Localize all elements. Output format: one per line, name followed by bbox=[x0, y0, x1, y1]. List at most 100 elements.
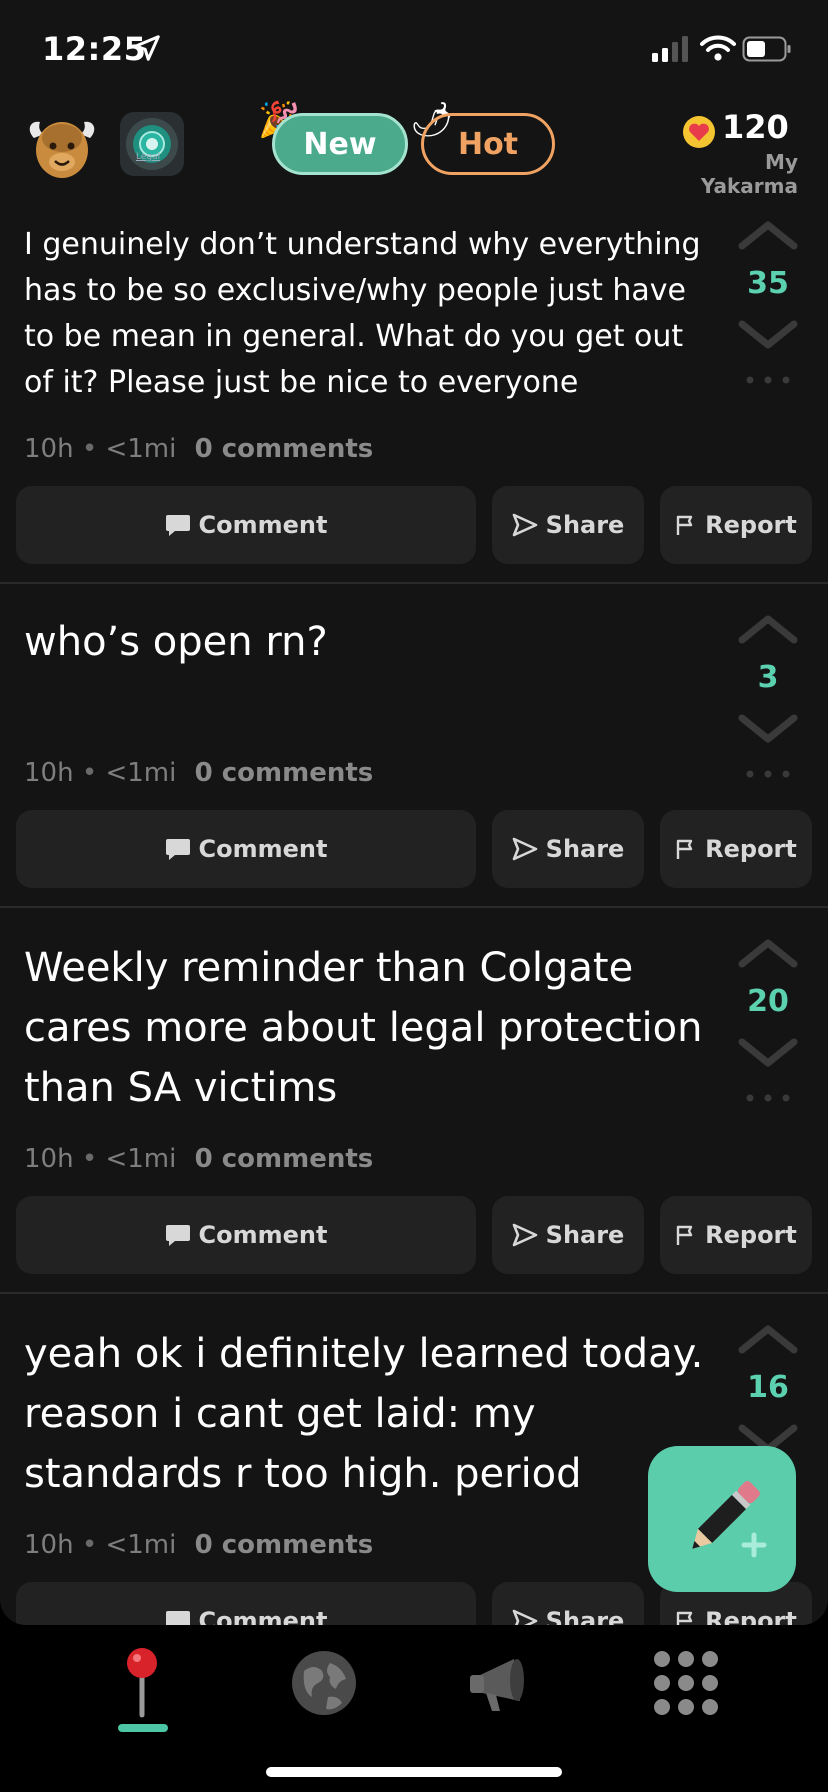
report-button[interactable]: Report bbox=[660, 810, 812, 888]
flag-icon bbox=[676, 839, 693, 859]
post-meta: 10h • <1mi 0 comments bbox=[24, 758, 373, 788]
pin-icon[interactable] bbox=[102, 1643, 182, 1723]
downvote-icon[interactable] bbox=[738, 1038, 798, 1068]
comment-button[interactable]: Comment bbox=[16, 1582, 476, 1625]
share-arrow-icon bbox=[512, 1223, 537, 1247]
feed-screen: 12:25 Legal 🎉 New 🌶 Hot 120 My Yakarma I… bbox=[0, 0, 828, 1625]
battery-icon bbox=[742, 36, 791, 62]
more-options-icon[interactable] bbox=[746, 1094, 790, 1102]
report-button[interactable]: Report bbox=[660, 486, 812, 564]
share-button[interactable]: Share bbox=[492, 1196, 644, 1274]
post-text[interactable]: yeah ok i definitely learned today. reas… bbox=[24, 1324, 714, 1504]
comment-bubble-icon bbox=[165, 839, 190, 860]
upvote-icon[interactable] bbox=[738, 220, 798, 250]
vote-score: 3 bbox=[757, 660, 779, 695]
megaphone-icon[interactable] bbox=[462, 1643, 542, 1723]
post-distance: <1mi bbox=[105, 1530, 177, 1560]
post-card[interactable]: I genuinely don’t understand why everyth… bbox=[0, 198, 828, 584]
tab-hot[interactable]: Hot bbox=[421, 113, 555, 175]
vote-score: 16 bbox=[747, 1370, 789, 1405]
pencil-plus-icon bbox=[692, 1481, 767, 1558]
comment-button[interactable]: Comment bbox=[16, 810, 476, 888]
more-options-icon[interactable] bbox=[746, 376, 790, 384]
vote-column: 20 bbox=[730, 938, 806, 1118]
report-button[interactable]: Report bbox=[660, 1196, 812, 1274]
tab-new[interactable]: New bbox=[272, 113, 408, 175]
flag-icon bbox=[676, 1611, 693, 1625]
post-card[interactable]: Weekly reminder than Colgate cares more … bbox=[0, 908, 828, 1294]
meta-separator: • bbox=[81, 434, 98, 464]
heart-karma-icon bbox=[683, 116, 715, 148]
downvote-icon[interactable] bbox=[738, 320, 798, 350]
post-meta: 10h • <1mi 0 comments bbox=[24, 1530, 373, 1560]
share-button[interactable]: Share bbox=[492, 486, 644, 564]
post-age: 10h bbox=[24, 1144, 74, 1174]
post-age: 10h bbox=[24, 758, 74, 788]
upvote-icon[interactable] bbox=[738, 1324, 798, 1354]
share-arrow-icon bbox=[512, 1609, 537, 1625]
report-button-label: Report bbox=[705, 1221, 797, 1249]
post-distance: <1mi bbox=[105, 1144, 177, 1174]
report-button-label: Report bbox=[705, 835, 797, 863]
comment-button[interactable]: Comment bbox=[16, 1196, 476, 1274]
legal-badge-label: Legal bbox=[136, 152, 161, 162]
share-button-label: Share bbox=[545, 1607, 625, 1625]
yakarma-label[interactable]: My Yakarma bbox=[668, 150, 798, 198]
globe-icon[interactable] bbox=[284, 1643, 364, 1723]
share-button-label: Share bbox=[545, 835, 625, 863]
post-text[interactable]: who’s open rn? bbox=[24, 614, 714, 670]
status-bar: 12:25 bbox=[0, 0, 828, 100]
comment-button-label: Comment bbox=[198, 1607, 328, 1625]
status-time: 12:25 bbox=[42, 30, 147, 68]
post-text[interactable]: I genuinely don’t understand why everyth… bbox=[24, 222, 714, 406]
active-tab-indicator bbox=[118, 1724, 168, 1732]
meta-separator: • bbox=[81, 758, 98, 788]
location-arrow-icon bbox=[134, 35, 160, 61]
comment-bubble-icon bbox=[165, 1225, 190, 1246]
post-card[interactable]: who’s open rn? 10h • <1mi 0 comments 3 C… bbox=[0, 584, 828, 908]
post-distance: <1mi bbox=[105, 434, 177, 464]
post-text[interactable]: Weekly reminder than Colgate cares more … bbox=[24, 938, 714, 1118]
post-meta: 10h • <1mi 0 comments bbox=[24, 434, 373, 464]
comment-count[interactable]: 0 comments bbox=[195, 1144, 374, 1174]
comment-button-label: Comment bbox=[198, 1221, 328, 1249]
flag-icon bbox=[676, 515, 693, 535]
report-button-label: Report bbox=[705, 1607, 797, 1625]
compose-post-button[interactable] bbox=[648, 1446, 796, 1592]
report-button-label: Report bbox=[705, 511, 797, 539]
home-indicator[interactable] bbox=[266, 1767, 562, 1777]
comment-bubble-icon bbox=[165, 515, 190, 536]
post-meta: 10h • <1mi 0 comments bbox=[24, 1144, 373, 1174]
more-options-icon[interactable] bbox=[746, 770, 790, 778]
comment-count[interactable]: 0 comments bbox=[195, 434, 374, 464]
cellular-signal-icon bbox=[652, 36, 688, 62]
legal-badge-icon bbox=[126, 118, 178, 170]
share-button[interactable]: Share bbox=[492, 810, 644, 888]
share-arrow-icon bbox=[512, 513, 537, 537]
comment-bubble-icon bbox=[165, 1611, 190, 1625]
share-button-label: Share bbox=[545, 511, 625, 539]
comment-button[interactable]: Comment bbox=[16, 486, 476, 564]
upvote-icon[interactable] bbox=[738, 614, 798, 644]
yak-mascot-icon[interactable] bbox=[26, 108, 98, 180]
upvote-icon[interactable] bbox=[738, 938, 798, 968]
comment-count[interactable]: 0 comments bbox=[195, 1530, 374, 1560]
share-button-label: Share bbox=[545, 1221, 625, 1249]
yakarma-value[interactable]: 120 bbox=[722, 108, 789, 146]
share-button[interactable]: Share bbox=[492, 1582, 644, 1625]
bottom-navigation bbox=[0, 1625, 828, 1792]
vote-score: 35 bbox=[747, 266, 789, 301]
legal-community-avatar[interactable]: Legal bbox=[120, 112, 184, 176]
vote-column: 35 bbox=[730, 220, 806, 400]
post-age: 10h bbox=[24, 1530, 74, 1560]
flag-icon bbox=[676, 1225, 693, 1245]
comment-count[interactable]: 0 comments bbox=[195, 758, 374, 788]
comment-button-label: Comment bbox=[198, 835, 328, 863]
comment-button-label: Comment bbox=[198, 511, 328, 539]
wifi-icon bbox=[700, 35, 736, 61]
post-age: 10h bbox=[24, 434, 74, 464]
post-distance: <1mi bbox=[105, 758, 177, 788]
grid-icon[interactable] bbox=[646, 1643, 726, 1723]
downvote-icon[interactable] bbox=[738, 714, 798, 744]
meta-separator: • bbox=[81, 1530, 98, 1560]
